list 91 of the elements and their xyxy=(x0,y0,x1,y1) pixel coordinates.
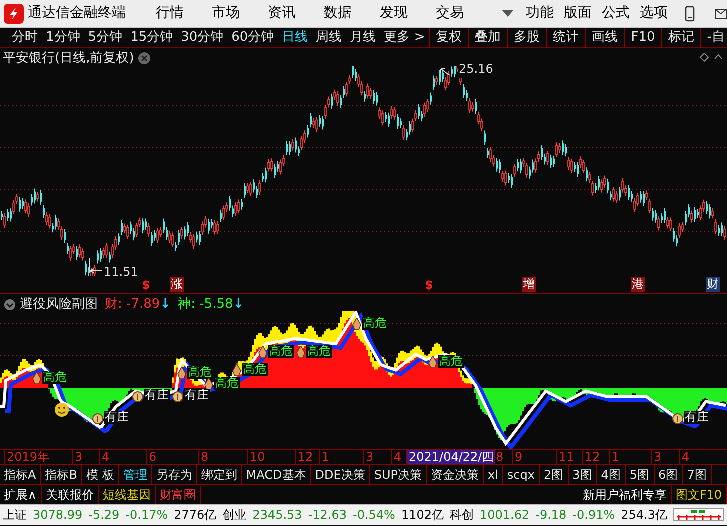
menu-item[interactable]: 功能 xyxy=(521,3,559,24)
banker-label: 有庄 xyxy=(104,411,130,424)
event-marker[interactable]: 港 xyxy=(631,277,645,292)
index-change: -5.29 xyxy=(88,507,120,524)
smiley-icon xyxy=(55,403,69,417)
danger-label: 高危 xyxy=(268,345,294,358)
period-tab[interactable]: 日线 xyxy=(278,28,312,48)
index-percent: -0.91% xyxy=(572,507,616,524)
period-tab[interactable]: 60分钟 xyxy=(228,28,278,48)
indicator-title: 避役风险副图 xyxy=(20,296,98,314)
index-amount: 1102亿 xyxy=(401,507,444,524)
collapse-icon[interactable] xyxy=(4,298,16,311)
menu-item[interactable]: 市场 xyxy=(198,3,254,24)
index-percent: -0.54% xyxy=(353,507,396,524)
time-axis-label: 8 xyxy=(493,450,505,464)
chart-title: 平安银行(日线,前复权) xyxy=(3,50,134,68)
time-axis-label: 3 xyxy=(651,450,663,464)
chevron-icon[interactable] xyxy=(714,53,723,62)
index-name[interactable]: 科创 xyxy=(450,506,474,524)
time-axis-label: 4 xyxy=(391,450,403,464)
low-price-pointer-icon xyxy=(90,258,102,274)
indicator-value: 财: -7.89 xyxy=(105,296,160,314)
period-tab[interactable]: 更多 > xyxy=(380,28,430,48)
phone-icon[interactable] xyxy=(685,6,695,22)
period-tab[interactable]: 月线 xyxy=(346,28,380,48)
time-axis-label: 3 xyxy=(363,450,375,464)
danger-label: 高危 xyxy=(42,371,68,384)
market-breadth-icon[interactable] xyxy=(673,508,725,522)
high-price-pointer-icon xyxy=(440,68,450,76)
trend-arrow: ↓ xyxy=(233,296,244,314)
danger-label: 高危 xyxy=(242,363,268,376)
menu-item[interactable]: 版面 xyxy=(559,3,597,24)
banker-label: 有庄 xyxy=(184,389,210,402)
index-name[interactable]: 创业 xyxy=(222,506,247,524)
period-tab[interactable]: 1分钟 xyxy=(42,28,84,48)
dollar-marker[interactable]: $ xyxy=(425,278,434,293)
event-marker[interactable]: 增 xyxy=(522,277,536,292)
menu-item[interactable]: 行情 xyxy=(142,3,198,24)
banker-label: 有庄 xyxy=(144,389,170,402)
time-axis-label: 9 xyxy=(512,450,524,464)
menu-item[interactable]: 交易 xyxy=(422,3,478,24)
danger-label: 高危 xyxy=(306,345,332,358)
time-axis-label: 12 xyxy=(582,450,602,464)
index-percent: -0.17% xyxy=(126,507,168,524)
time-axis-label: 6 xyxy=(146,450,158,464)
event-marker[interactable]: 涨 xyxy=(170,277,184,292)
app-logo-icon xyxy=(4,4,24,24)
index-change: -9.18 xyxy=(536,507,567,524)
index-price: 1001.62 xyxy=(480,507,530,524)
period-tab[interactable]: 30分钟 xyxy=(177,28,228,48)
time-axis-label: 1 xyxy=(319,450,331,464)
time-axis-label: 4 xyxy=(99,450,111,464)
time-axis-label: 4 xyxy=(679,450,691,464)
period-tab[interactable]: 5分钟 xyxy=(84,28,127,48)
period-tab[interactable]: 周线 xyxy=(312,28,346,48)
period-tab[interactable]: 分时 xyxy=(8,28,42,48)
index-price: 2345.53 xyxy=(252,507,302,524)
danger-label: 高危 xyxy=(187,366,213,379)
index-change: -12.63 xyxy=(308,507,347,524)
trend-arrow: ↓ xyxy=(160,296,172,314)
period-tab[interactable]: 15分钟 xyxy=(126,28,178,48)
banker-label: 有庄 xyxy=(684,411,710,424)
time-axis-label: 8 xyxy=(198,450,210,464)
app-title: 通达信金融终端 xyxy=(28,4,126,23)
time-axis-label: 2019年 xyxy=(4,450,51,464)
danger-label: 高危 xyxy=(438,355,464,368)
indicator-value: 神: -5.58 xyxy=(178,296,234,314)
menu-item[interactable]: 发现 xyxy=(366,3,422,24)
menu-item[interactable]: 资讯 xyxy=(254,3,310,24)
index-amount: 2776亿 xyxy=(174,507,217,524)
index-name[interactable]: 上证 xyxy=(3,506,27,524)
time-axis-label: 2021/04/22/四 xyxy=(406,450,496,464)
time-axis-label: 11 xyxy=(556,450,576,464)
time-axis-label: 10 xyxy=(247,450,266,464)
menu-item[interactable]: 数据 xyxy=(310,3,366,24)
low-price-label: 11.51 xyxy=(104,264,138,281)
event-marker[interactable]: 财 xyxy=(706,277,720,292)
time-axis-label: 3 xyxy=(72,450,84,464)
index-price: 3078.99 xyxy=(33,507,83,524)
dropdown-caret-icon[interactable] xyxy=(502,10,514,18)
menu-item[interactable]: 选项 xyxy=(635,3,673,24)
menu-item[interactable]: 公式 xyxy=(597,3,635,24)
danger-label: 高危 xyxy=(214,377,240,390)
close-icon[interactable] xyxy=(138,52,152,66)
mail-icon[interactable] xyxy=(715,8,727,18)
time-axis-label: 1 xyxy=(609,450,621,464)
dollar-marker[interactable]: $ xyxy=(142,278,150,293)
danger-label: 高危 xyxy=(362,317,388,330)
index-amount: 254.3亿 xyxy=(621,507,668,524)
diamond-icon[interactable] xyxy=(700,53,709,62)
time-axis-label: 12 xyxy=(295,450,314,464)
